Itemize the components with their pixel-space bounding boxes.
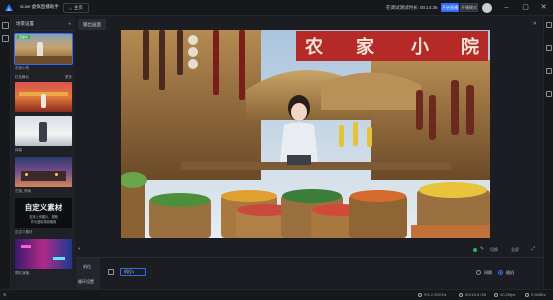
app-window: vLive 虚拟直播助手 ⌂ 主页 在调试测试时长: 00:14:36 开启直播… [0,0,553,300]
window-icon[interactable] [546,68,552,74]
camera-clip[interactable]: 机位1 [120,268,146,276]
scene-thumbnail: 直播中 [14,33,73,65]
camera-label: 机位 [83,264,91,269]
right-rail [543,17,553,289]
expand-icon[interactable]: ⤢ [531,246,535,252]
sign-char: 院 [461,36,479,58]
camera-timeline: 机位 循环设置 机位1 间隔 随机 [76,257,543,290]
fps-stat: 40.26fps [494,292,515,297]
scene-item-green-screen[interactable]: 绿幕 [15,116,72,153]
memory-stat: 8G/15.8 GB [459,292,486,297]
visibility-icon[interactable]: ◐ [78,246,81,252]
scene-item-red-stage[interactable]: 红色舞台 更多 [15,75,72,112]
scene-icon[interactable] [2,22,9,29]
random-radio[interactable] [498,270,503,275]
scene-label: 绿幕 [15,148,22,152]
live-status-dot [473,248,477,252]
scene-item-neon[interactable]: 霓虹演播 [15,239,72,276]
home-icon: ⌂ [69,5,72,11]
scene-label: 红色舞台 [15,75,29,79]
sign-char: 家 [356,36,375,58]
sign-char: 小 [411,37,429,58]
scene-label: 古镇_夜晚 [15,189,31,193]
settings-icon[interactable]: ⚙ [3,292,7,297]
scene-panel-title: 场景设置 [16,20,34,26]
maximize-icon[interactable]: ▢ [521,3,530,12]
cpu-stat: 5% 2.30GHz [418,292,447,297]
panel-icon[interactable] [546,45,552,51]
title-bar: vLive 虚拟直播助手 ⌂ 主页 在调试测试时长: 00:14:36 开启直播… [0,0,553,16]
fullscreen-label[interactable]: 全屏 [511,247,519,253]
live-preview-canvas[interactable]: 农 家 小 院 [121,30,490,238]
avatar[interactable] [482,3,492,13]
interval-radio[interactable] [476,270,481,275]
sign-char: 农 [304,36,323,58]
scene-panel-header: 场景设置 « [12,17,75,31]
scene-panel: 场景设置 « 直播中 农家小院 红色舞台 更多 绿幕 古镇_夜晚 自定义素材 支… [12,17,75,300]
close-icon[interactable]: ✕ [539,3,548,12]
scene-thumbnail [15,116,72,146]
left-rail: + [0,17,11,300]
scene-label: 农家小院 [15,66,29,70]
interval-label: 间隔 [484,270,492,275]
custom-material-card: 自定义素材 支持上传图片、视频 作为虚拟场景使用 [15,198,72,228]
session-status: 在调试测试时长: 00:14:36 [386,5,438,10]
scene-thumbnail [15,157,72,187]
network-stat: 9.5MB/s [525,292,546,297]
preview-toolbar: ◐ ✎ 切换 全屏 ⤢ [76,244,543,257]
edit-icon[interactable]: ✎ [480,246,484,252]
loop-label[interactable]: 循环设置 [78,279,94,285]
tab-output[interactable]: 输出画面 [78,19,106,30]
custom-subtitle: 支持上传图片、视频 作为虚拟场景使用 [29,215,58,224]
share-icon[interactable] [546,91,552,97]
switch-mode-label[interactable]: 切换 [490,247,498,253]
collapse-icon[interactable]: « [68,21,71,26]
home-button[interactable]: ⌂ 主页 [63,3,89,13]
scene-thumbnail [15,239,72,269]
settings-icon[interactable] [546,22,552,28]
minimize-icon[interactable]: – [502,3,511,12]
status-bar: ⚙ 5% 2.30GHz 8G/15.8 GB 40.26fps 9.5MB/s [0,289,553,300]
scene-item-ancient-town[interactable]: 古镇_夜晚 [15,157,72,194]
scene-item-custom[interactable]: 自定义素材 支持上传图片、视频 作为虚拟场景使用 自定义素材 [15,198,72,235]
timeline-labels: 机位 循环设置 [76,258,100,290]
live-badge: 直播中 [17,35,31,39]
scene-label: 霓虹演播 [15,271,29,275]
layer-icon[interactable] [2,35,9,42]
scene-item-farmyard[interactable]: 直播中 农家小院 [14,33,73,71]
scene-label: 自定义素材 [15,230,33,234]
close-icon[interactable]: ✕ [533,21,537,27]
random-label: 随机 [506,270,514,275]
app-logo-icon [5,4,13,11]
farmyard-scene: 农 家 小 院 [121,30,490,238]
scene-thumbnail [15,82,72,112]
home-label: 主页 [73,5,83,10]
live-mode-button[interactable]: 开播模式 [460,3,478,12]
start-live-button[interactable]: 开启直播 [441,3,459,12]
more-link[interactable]: 更多 [65,75,72,80]
track-icon[interactable] [108,269,114,275]
main-preview-area: 输出画面 ✕ 农 家 小 院 ◐ ✎ 切换 全屏 ⤢ [76,17,543,257]
app-title: vLive 虚拟直播助手 [20,4,59,9]
custom-title: 自定义素材 [24,203,63,213]
